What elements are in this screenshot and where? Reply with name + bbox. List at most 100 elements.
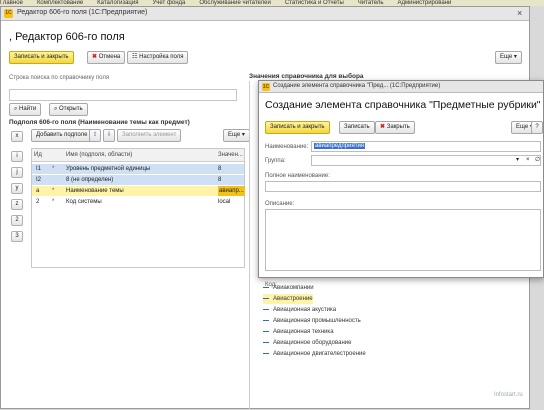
side-button-i[interactable]: i	[11, 151, 23, 162]
dialog-heading: Создание элемента справочника "Предметны…	[265, 99, 541, 111]
list-item[interactable]: Авиационное оборудование	[263, 338, 351, 348]
table-header: Ид Имя (подполя, области) Значен...	[32, 149, 244, 162]
cell-mark: *	[52, 199, 55, 205]
more-label-grid: Еще	[228, 132, 241, 138]
move-up-icon[interactable]: ⇧	[89, 129, 101, 142]
dialog-window-title: Создание элемента справочника "Пред... (…	[273, 83, 441, 89]
help-button[interactable]: ?	[531, 121, 543, 134]
create-element-dialog: 1C Создание элемента справочника "Пред..…	[258, 80, 544, 288]
dialog-close-button[interactable]: ✖ Закрыть	[375, 121, 415, 134]
cancel-icon: ✖	[92, 54, 98, 60]
more-label: Еще	[500, 54, 513, 60]
list-item-label: Авиакомпании	[273, 285, 314, 291]
table-row[interactable]: a * Наименование темы авиапр...	[32, 186, 245, 196]
list-item-label: Авиационная акустика	[273, 307, 337, 313]
table-row[interactable]: 2 * Код системы local	[32, 197, 244, 207]
side-button-j[interactable]: j	[11, 167, 23, 178]
page-title: , Редактор 606-го поля	[9, 31, 125, 43]
cell-id: 2	[36, 199, 40, 205]
cell-value: local	[218, 199, 231, 205]
name-label: Наименование:	[265, 144, 309, 150]
cell-name: Наименование темы	[66, 188, 124, 194]
cell-mark: *	[52, 188, 55, 194]
list-item-label: Авиационная промышленность	[273, 318, 361, 324]
table-row[interactable]: I2 8 (не определен) 8	[32, 175, 244, 185]
list-item-label: Авиационное двигателестроение	[273, 351, 366, 357]
settings-label: Настройка поля	[139, 54, 184, 60]
move-down-icon[interactable]: ⇩	[103, 129, 115, 142]
list-item[interactable]: Авиастроение	[263, 294, 313, 304]
list-item[interactable]: Авиационная промышленность	[263, 316, 361, 326]
field-settings-button[interactable]: ☷ Настройка поля	[127, 51, 189, 64]
open-icon[interactable]: ×	[526, 156, 530, 165]
cell-value: авиапр...	[218, 186, 245, 196]
col-header-name: Имя (подполя, области)	[66, 152, 133, 158]
cell-name: 8 (не определен)	[66, 177, 114, 183]
full-name-field[interactable]	[265, 181, 541, 192]
cell-id: I1	[36, 166, 42, 172]
fill-element-button[interactable]: Заполнить элемент	[117, 129, 182, 142]
cell-value: 8	[218, 177, 222, 183]
link-icon[interactable]: ∅	[535, 156, 540, 165]
editor-window-title: Редактор 606-го поля (1С:Предприятие)	[17, 9, 148, 16]
subfields-table: Ид Имя (подполя, области) Значен... I1 *…	[31, 148, 245, 268]
description-label: Описание:	[265, 201, 295, 207]
delete-button[interactable]: x	[11, 131, 23, 142]
cell-value: 8	[218, 166, 222, 172]
list-item-label: Авиационное оборудование	[273, 340, 352, 346]
list-item-label: Авиационная техника	[273, 329, 334, 335]
values-list: Авиакомпании Авиастроение Авиационная ак…	[253, 279, 527, 409]
search-label: Строка поиска по справочнику поля	[9, 75, 110, 81]
app-logo-icon: 1C	[4, 9, 13, 18]
editor-titlebar: 1C Редактор 606-го поля (1С:Предприятие)…	[1, 7, 529, 21]
name-field[interactable]: авиапредприятия	[311, 141, 541, 152]
group-label: Группа:	[265, 158, 286, 164]
dropdown-icon[interactable]: ▾	[516, 156, 519, 165]
open-icon: ⌕	[54, 106, 58, 112]
description-field[interactable]	[265, 209, 541, 271]
find-button[interactable]: ⌕ Найти	[9, 103, 42, 116]
more-button[interactable]: Еще ▾	[495, 51, 522, 64]
list-item[interactable]: Авиационная техника	[263, 327, 334, 337]
dialog-titlebar: 1C Создание элемента справочника "Пред..…	[259, 81, 543, 93]
side-button-3[interactable]: 3	[11, 231, 23, 242]
search-input[interactable]	[9, 89, 237, 101]
cell-mark: *	[52, 166, 55, 172]
watermark: Infostart.ru	[494, 392, 523, 398]
cell-id: I2	[36, 177, 42, 183]
save-close-button[interactable]: Записать и закрыть	[9, 51, 74, 64]
list-item[interactable]: Авиационное двигателестроение	[263, 349, 366, 359]
dialog-save-close-button[interactable]: Записать и закрыть	[265, 121, 330, 134]
close-icon[interactable]: ×	[517, 8, 522, 18]
more-button-grid[interactable]: Еще ▾	[223, 129, 250, 142]
side-button-y[interactable]: y	[11, 183, 23, 194]
name-field-value: авиапредприятия	[314, 143, 366, 149]
dialog-save-button[interactable]: Записать	[339, 121, 375, 134]
open-label: Открыть	[59, 106, 83, 112]
find-label: Найти	[19, 106, 37, 112]
cancel-label: Отмена	[98, 54, 121, 60]
list-item-label: Авиастроение	[273, 296, 313, 302]
cell-name: Уровень предметной единицы	[66, 166, 151, 172]
cell-name: Код системы	[66, 199, 102, 205]
add-subfield-button[interactable]: Добавить подполе	[31, 129, 93, 142]
settings-icon: ☷	[132, 54, 138, 60]
code-label: Код:	[265, 282, 277, 288]
side-button-z[interactable]: z	[11, 199, 23, 210]
pane-divider	[249, 81, 250, 410]
full-name-label: Полное наименование:	[265, 173, 330, 179]
subfields-label: Подполя 606-го поля (Наименование темы к…	[9, 119, 190, 126]
app-logo-icon: 1C	[262, 83, 270, 91]
list-item[interactable]: Авиационная акустика	[263, 305, 336, 315]
cell-id: a	[36, 188, 40, 194]
close-icon: ✖	[380, 124, 386, 130]
open-button[interactable]: ⌕ Открыть	[49, 103, 88, 116]
dialog-close-label: Закрыть	[386, 124, 410, 130]
values-label: Значения справочника для выбора	[249, 73, 364, 80]
side-button-2[interactable]: 2	[11, 215, 23, 226]
col-header-id: Ид	[34, 152, 42, 158]
table-row[interactable]: I1 * Уровень предметной единицы 8	[32, 164, 244, 174]
group-field[interactable]: ▾ × ∅	[311, 155, 541, 166]
cancel-button[interactable]: ✖ Отмена	[87, 51, 126, 64]
dialog-more-label: Еще	[516, 124, 529, 130]
